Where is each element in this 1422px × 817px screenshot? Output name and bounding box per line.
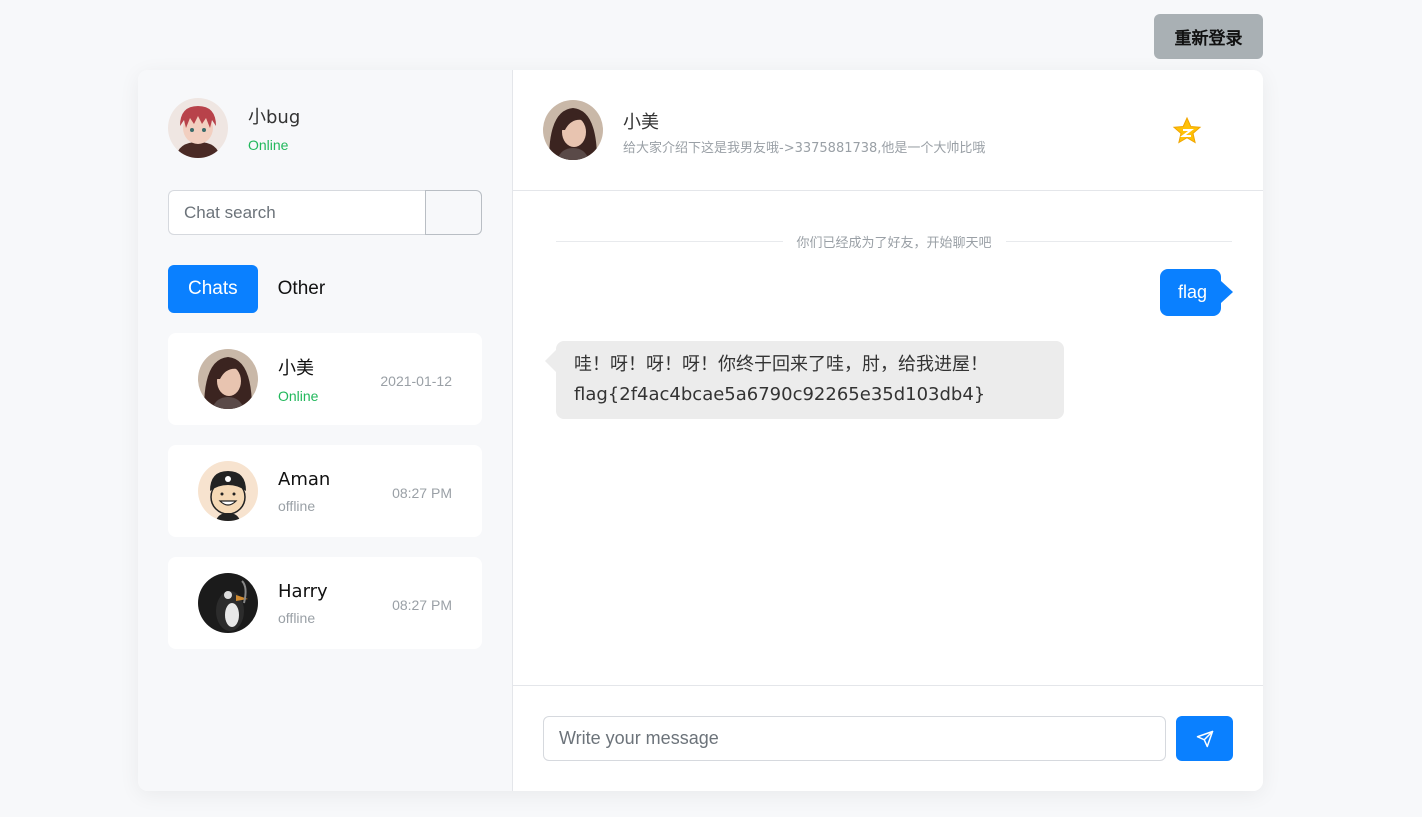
sidebar-tabs: Chats Other	[168, 265, 345, 313]
paper-plane-icon	[1196, 730, 1213, 747]
chat-item-aman[interactable]: Aman offline 08:27 PM	[168, 445, 482, 537]
outgoing-message: flag	[1159, 269, 1234, 316]
relogin-button[interactable]: 重新登录	[1154, 14, 1263, 59]
chat-name: 小美	[278, 358, 314, 379]
send-button[interactable]	[1176, 716, 1233, 761]
chat-app: 小bug Online Chats Other	[138, 70, 1263, 791]
user-avatar[interactable]	[168, 98, 228, 158]
message-input[interactable]	[543, 716, 1166, 761]
chat-status: offline	[278, 609, 316, 626]
user-status: Online	[248, 137, 289, 153]
chat-list: 小美 Online 2021-01-12 Aman offline 08:27 …	[168, 333, 482, 669]
contact-avatar[interactable]	[543, 100, 603, 160]
chat-panel: 小美 给大家介绍下这是我男友哦->3375881738,他是一个大帅比哦 你们已…	[513, 70, 1263, 791]
tab-chats[interactable]: Chats	[168, 265, 258, 313]
chat-header: 小美 给大家介绍下这是我男友哦->3375881738,他是一个大帅比哦	[513, 70, 1263, 191]
user-name: 小bug	[248, 107, 301, 128]
system-divider: 你们已经成为了好友，开始聊天吧	[556, 232, 1233, 251]
search-button[interactable]	[425, 190, 482, 235]
chat-status: Online	[278, 388, 319, 404]
search-input[interactable]	[168, 190, 425, 235]
chat-item-xiaomei[interactable]: 小美 Online 2021-01-12	[168, 333, 482, 425]
chat-name: Aman	[278, 468, 331, 490]
message-area: 你们已经成为了好友，开始聊天吧 flag 哇！呀！呀！呀！你终于回来了哇，肘，给…	[513, 191, 1263, 685]
penguin-avatar	[198, 573, 258, 633]
system-message: 你们已经成为了好友，开始聊天吧	[796, 236, 992, 251]
chat-item-harry[interactable]: Harry offline 08:27 PM	[168, 557, 482, 649]
chat-time: 2021-01-12	[380, 373, 452, 389]
vip-star-icon[interactable]	[1172, 116, 1202, 146]
chat-name: Harry	[278, 580, 328, 602]
chat-time: 08:27 PM	[392, 597, 452, 613]
sidebar: 小bug Online Chats Other	[138, 70, 513, 791]
chat-search	[168, 190, 482, 235]
contact-name: 小美	[623, 112, 659, 133]
incoming-message: 哇！呀！呀！呀！你终于回来了哇，肘，给我进屋！flag{2f4ac4bcae5a…	[545, 341, 1064, 419]
chat-status: offline	[278, 497, 316, 514]
contact-description: 给大家介绍下这是我男友哦->3375881738,他是一个大帅比哦	[623, 141, 986, 156]
tab-other[interactable]: Other	[258, 265, 346, 313]
current-user: 小bug Online	[168, 98, 300, 158]
girl-avatar	[198, 349, 258, 409]
cartoon-boy-avatar	[198, 461, 258, 521]
chat-time: 08:27 PM	[392, 485, 452, 501]
message-composer	[513, 685, 1263, 791]
